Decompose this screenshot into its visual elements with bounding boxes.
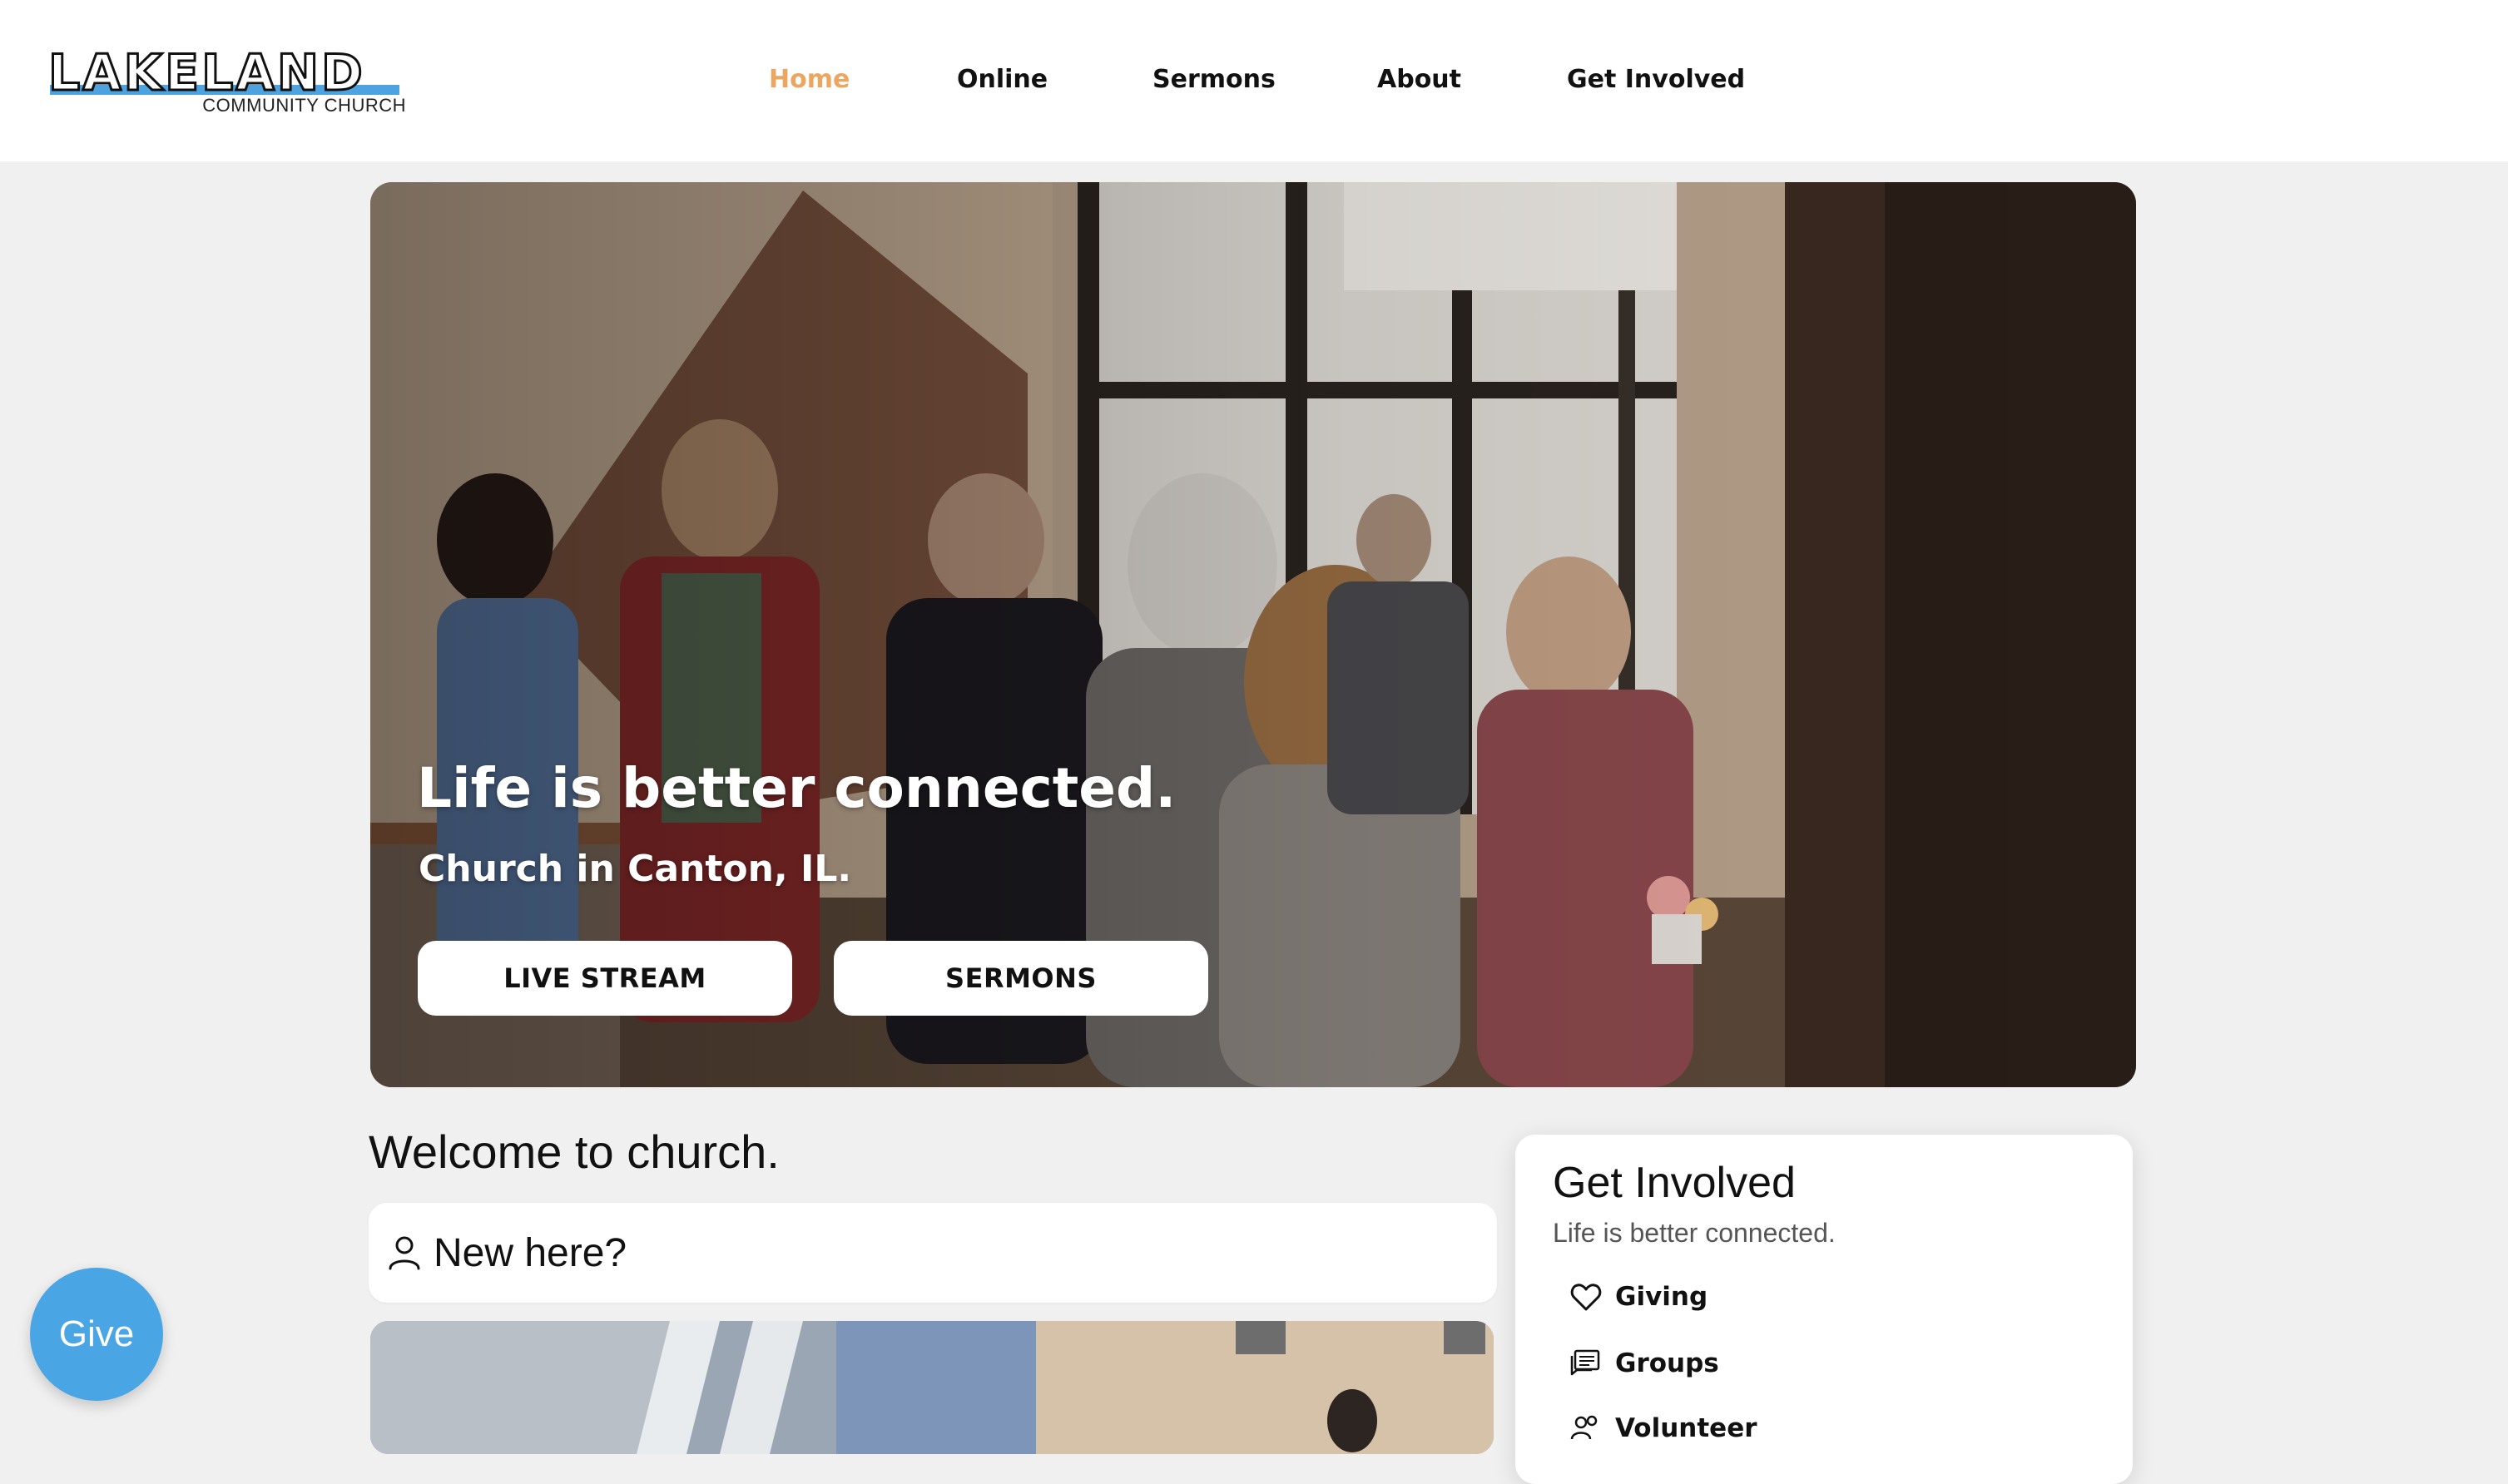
hero-title: Life is better connected. bbox=[417, 756, 1177, 820]
get-involved-card: Get Involved Life is better connected. G… bbox=[1515, 1135, 2133, 1484]
new-here-label: New here? bbox=[434, 1230, 627, 1275]
logo-subtitle: COMMUNITY CHURCH bbox=[202, 95, 406, 116]
nav-item-about[interactable]: About bbox=[1377, 62, 1461, 98]
get-involved-volunteer[interactable]: Volunteer bbox=[1569, 1407, 1757, 1449]
groups-label: Groups bbox=[1615, 1348, 1719, 1378]
church-logo[interactable]: LAKELAND COMMUNITY CHURCH bbox=[47, 44, 406, 116]
sermons-button[interactable]: SERMONS bbox=[834, 941, 1208, 1016]
people-icon bbox=[1570, 1415, 1598, 1440]
welcome-photo bbox=[370, 1321, 1494, 1454]
get-involved-subtitle: Life is better connected. bbox=[1553, 1218, 1836, 1248]
nav-item-sermons[interactable]: Sermons bbox=[1152, 62, 1276, 98]
nav-item-get-involved[interactable]: Get Involved bbox=[1567, 62, 1745, 98]
welcome-heading: Welcome to church. bbox=[369, 1125, 780, 1178]
giving-label: Giving bbox=[1615, 1282, 1708, 1312]
get-involved-giving[interactable]: Giving bbox=[1569, 1276, 1708, 1318]
nav-item-home[interactable]: Home bbox=[769, 62, 850, 98]
heart-icon bbox=[1570, 1284, 1602, 1311]
volunteer-label: Volunteer bbox=[1615, 1413, 1757, 1443]
get-involved-groups[interactable]: Groups bbox=[1569, 1343, 1719, 1384]
give-button[interactable]: Give bbox=[30, 1268, 163, 1401]
welcome-photo-image bbox=[370, 1321, 1494, 1454]
chat-icon bbox=[1570, 1349, 1600, 1376]
logo-wordmark: LAKELAND bbox=[47, 44, 365, 102]
nav-item-online[interactable]: Online bbox=[957, 62, 1048, 98]
hero-subtitle: Church in Canton, IL. bbox=[419, 848, 852, 890]
hero-banner: Life is better connected. Church in Cant… bbox=[370, 182, 2136, 1087]
new-here-accordion[interactable]: New here? bbox=[369, 1203, 1497, 1303]
user-icon bbox=[389, 1236, 420, 1270]
live-stream-button[interactable]: LIVE STREAM bbox=[418, 941, 792, 1016]
site-header: LAKELAND COMMUNITY CHURCH Home Online Se… bbox=[0, 0, 2508, 161]
get-involved-title: Get Involved bbox=[1553, 1159, 1796, 1207]
